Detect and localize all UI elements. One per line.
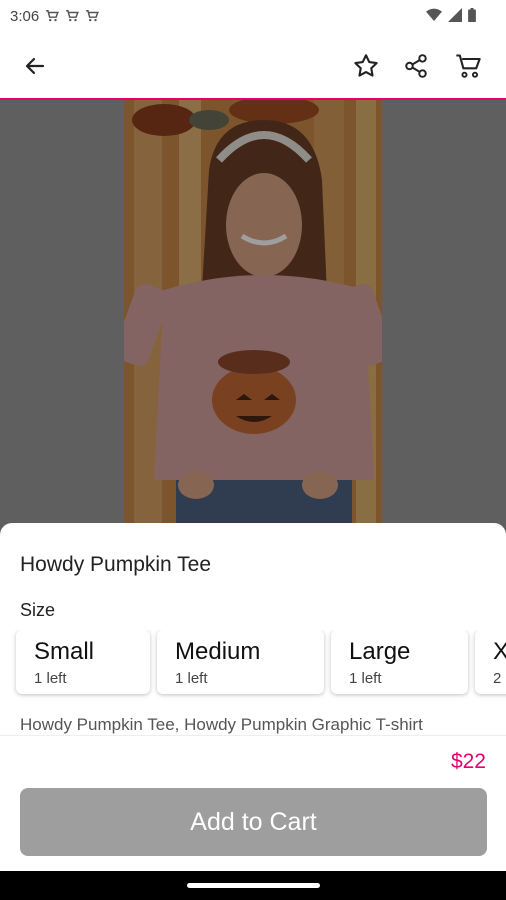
size-name: Large (349, 638, 411, 665)
product-image-area (0, 100, 506, 540)
size-stock: 2 (493, 670, 502, 687)
size-stock: 1 left (349, 670, 382, 687)
share-button[interactable] (400, 50, 432, 82)
favorite-button[interactable] (350, 50, 382, 82)
size-name: Medium (175, 638, 261, 665)
size-option-large[interactable]: Large 1 left (331, 630, 468, 694)
cart-button[interactable] (452, 50, 484, 82)
size-stock: 1 left (34, 670, 67, 687)
image-dim-overlay (0, 100, 506, 540)
size-options: Small 1 left Medium 1 left Large 1 left … (0, 630, 506, 700)
cart-icon (456, 54, 481, 78)
status-bar: 3:06 (0, 0, 506, 32)
app-bar (0, 32, 506, 100)
cart-icon (66, 10, 80, 22)
wifi-icon (426, 8, 442, 21)
home-gesture-handle[interactable] (187, 883, 320, 888)
system-nav-bar (0, 871, 506, 900)
size-option-medium[interactable]: Medium 1 left (157, 630, 324, 694)
cart-icon (46, 10, 60, 22)
battery-icon (468, 8, 476, 22)
product-title: Howdy Pumpkin Tee (20, 553, 212, 576)
share-icon (405, 54, 427, 78)
purchase-footer: $22 Add to Cart (0, 735, 506, 872)
back-arrow-icon (25, 57, 45, 75)
size-stock: 1 left (175, 670, 208, 687)
product-description: Howdy Pumpkin Tee, Howdy Pumpkin Graphic… (20, 715, 423, 734)
size-option-x[interactable]: X 2 (475, 630, 506, 694)
back-button[interactable] (19, 50, 51, 82)
status-time: 3:06 (10, 7, 40, 25)
signal-icon (448, 8, 462, 22)
add-to-cart-button[interactable]: Add to Cart (20, 788, 487, 856)
star-icon (354, 54, 378, 77)
size-label: Size (20, 600, 56, 620)
size-option-small[interactable]: Small 1 left (16, 630, 150, 694)
size-name: Small (34, 638, 95, 665)
cart-icon (86, 10, 100, 22)
size-name: X (493, 638, 506, 665)
system-icons (426, 8, 476, 22)
notification-icons (45, 9, 100, 23)
product-price: $22 (450, 750, 486, 773)
